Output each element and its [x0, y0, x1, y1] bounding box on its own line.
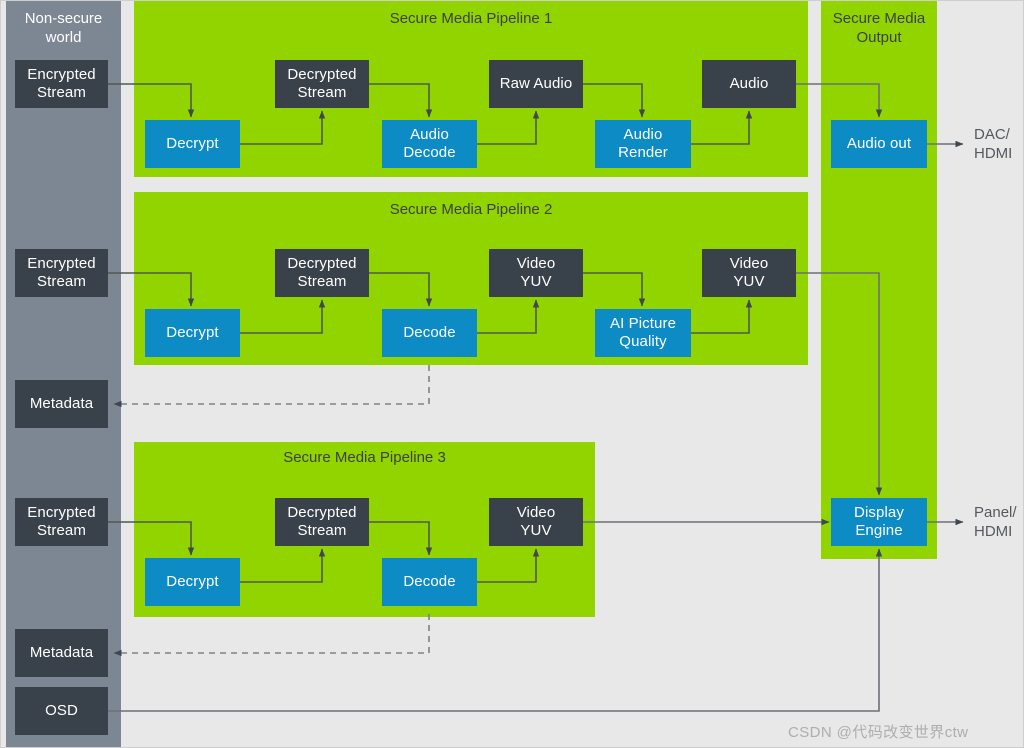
- panel-hdmi-label: Panel/ HDMI: [974, 504, 1017, 540]
- secure-media-pipeline-2-title: Secure Media Pipeline 2: [389, 201, 553, 218]
- pipeline-1-decrypt-node[interactable]: Decrypt: [145, 120, 240, 168]
- pipeline-1-raw-audio-node[interactable]: Raw Audio: [489, 60, 583, 108]
- pipeline-3-decode-node[interactable]: Decode: [382, 558, 477, 606]
- pipeline-2-video-yuv-2-node[interactable]: Video YUV: [702, 249, 796, 297]
- dac-hdmi-label: DAC/ HDMI: [974, 126, 1013, 162]
- secure-media-output-title: Secure Media Output: [832, 10, 926, 46]
- secure-media-pipeline-1-title: Secure Media Pipeline 1: [389, 10, 553, 27]
- pipeline-2-decode-node[interactable]: Decode: [382, 309, 477, 357]
- pipeline-2-decrypted-stream-node[interactable]: Decrypted Stream: [275, 249, 369, 297]
- encrypted-stream-1-node[interactable]: Encrypted Stream: [15, 60, 108, 108]
- pipeline-1-audio-render-node[interactable]: Audio Render: [595, 120, 691, 168]
- pipeline-3-decrypt-node[interactable]: Decrypt: [145, 558, 240, 606]
- secure-media-pipeline-3-title: Secure Media Pipeline 3: [283, 449, 446, 466]
- pipeline-1-audio-node[interactable]: Audio: [702, 60, 796, 108]
- audio-out-node[interactable]: Audio out: [831, 120, 927, 168]
- secure-media-output-zone: [821, 1, 937, 559]
- pipeline-2-video-yuv-1-node[interactable]: Video YUV: [489, 249, 583, 297]
- encrypted-stream-2-node[interactable]: Encrypted Stream: [15, 249, 108, 297]
- diagram-canvas: Non-secure world Secure Media Pipeline 1…: [0, 0, 1024, 748]
- csdn-watermark: CSDN @代码改变世界ctw: [788, 724, 969, 741]
- encrypted-stream-3-node[interactable]: Encrypted Stream: [15, 498, 108, 546]
- pipeline-2-decrypt-node[interactable]: Decrypt: [145, 309, 240, 357]
- pipeline-3-video-yuv-node[interactable]: Video YUV: [489, 498, 583, 546]
- pipeline-1-audio-decode-node[interactable]: Audio Decode: [382, 120, 477, 168]
- metadata-2-node[interactable]: Metadata: [15, 629, 108, 677]
- nonsecure-world-header: Non-secure world: [24, 10, 103, 46]
- pipeline-1-decrypted-stream-node[interactable]: Decrypted Stream: [275, 60, 369, 108]
- pipeline-3-decrypted-stream-node[interactable]: Decrypted Stream: [275, 498, 369, 546]
- osd-node[interactable]: OSD: [15, 687, 108, 735]
- pipeline-2-ai-picture-quality-node[interactable]: AI Picture Quality: [595, 309, 691, 357]
- display-engine-node[interactable]: Display Engine: [831, 498, 927, 546]
- metadata-1-node[interactable]: Metadata: [15, 380, 108, 428]
